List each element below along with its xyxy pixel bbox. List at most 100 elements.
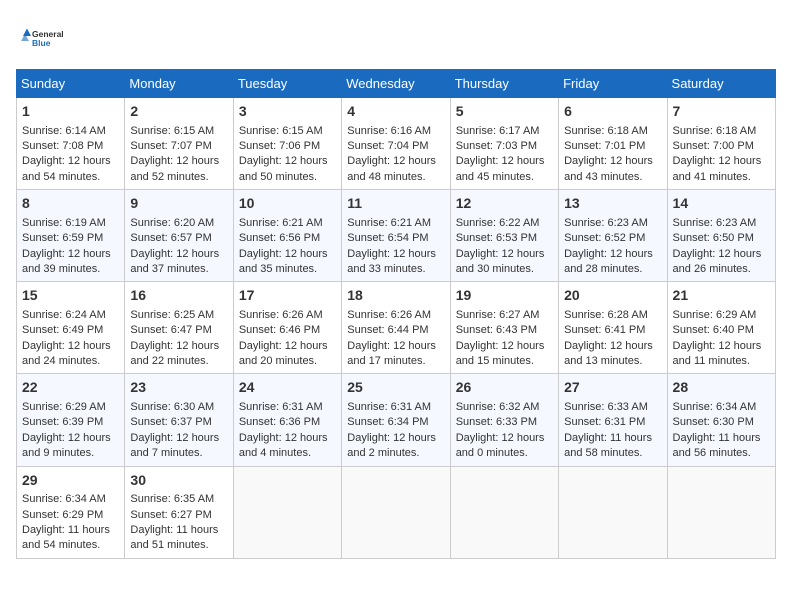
week-row-3: 15Sunrise: 6:24 AMSunset: 6:49 PMDayligh…: [17, 282, 776, 374]
day-number: 2: [130, 102, 227, 122]
day-number: 10: [239, 194, 336, 214]
day-number: 8: [22, 194, 119, 214]
day-info: Sunrise: 6:17 AM: [456, 124, 553, 139]
calendar-cell: 26 Sunrise: 6:32 AMSunset: 6:33 PMDayligh…: [450, 374, 558, 466]
day-info: and 22 minutes.: [130, 354, 227, 369]
calendar-cell: 2Sunrise: 6:15 AMSunset: 7:07 PMDaylight…: [125, 98, 233, 190]
day-info: Sunrise: 6:26 AM: [347, 308, 444, 323]
calendar-cell: 14Sunrise: 6:23 AMSunset: 6:50 PMDayligh…: [667, 190, 775, 282]
day-number: 30: [130, 471, 227, 491]
week-row-4: 22Sunrise: 6:29 AMSunset: 6:39 PMDayligh…: [17, 374, 776, 466]
day-info: Daylight: 12 hours: [456, 154, 553, 169]
day-info: Sunset: 7:08 PM: [22, 139, 119, 154]
day-info: Sunrise: 6:21 AM: [347, 216, 444, 231]
day-number: 16: [130, 286, 227, 306]
day-info: Sunrise: 6:27 AM: [456, 308, 553, 323]
day-info: Sunset: 6:34 PM: [347, 415, 444, 430]
day-number: 14: [673, 194, 770, 214]
day-info: Sunset: 6:49 PM: [22, 323, 119, 338]
day-info: Sunset: 6:40 PM: [673, 323, 770, 338]
day-info: Sunset: 7:01 PM: [564, 139, 661, 154]
day-number: 23: [130, 378, 227, 398]
day-info: and 33 minutes.: [347, 262, 444, 277]
calendar-cell: 18Sunrise: 6:26 AMSunset: 6:44 PMDayligh…: [342, 282, 450, 374]
day-info: and 2 minutes.: [347, 446, 444, 461]
day-info: Daylight: 11 hours: [673, 431, 770, 446]
day-info: Sunset: 6:46 PM: [239, 323, 336, 338]
day-info: Sunset: 6:27 PM: [130, 508, 227, 523]
day-header-row: SundayMondayTuesdayWednesdayThursdayFrid…: [17, 70, 776, 98]
calendar-cell: 15Sunrise: 6:24 AMSunset: 6:49 PMDayligh…: [17, 282, 125, 374]
day-info: and 11 minutes.: [673, 354, 770, 369]
calendar-cell: 29Sunrise: 6:34 AMSunset: 6:29 PMDayligh…: [17, 466, 125, 558]
day-info: Daylight: 12 hours: [673, 339, 770, 354]
day-info: Sunrise: 6:28 AM: [564, 308, 661, 323]
day-info: Daylight: 12 hours: [239, 339, 336, 354]
day-info: Sunrise: 6:23 AM: [673, 216, 770, 231]
day-info: and 0 minutes.: [456, 446, 553, 461]
day-info: Sunrise: 6:32 AM: [456, 400, 553, 415]
day-number: 20: [564, 286, 661, 306]
day-info: and 50 minutes.: [239, 170, 336, 185]
calendar-cell: 6Sunrise: 6:18 AMSunset: 7:01 PMDaylight…: [559, 98, 667, 190]
day-info: Sunrise: 6:18 AM: [564, 124, 661, 139]
calendar-cell: 8Sunrise: 6:19 AMSunset: 6:59 PMDaylight…: [17, 190, 125, 282]
calendar-cell: 5Sunrise: 6:17 AMSunset: 7:03 PMDaylight…: [450, 98, 558, 190]
day-info: Sunset: 6:56 PM: [239, 231, 336, 246]
calendar-cell: [667, 466, 775, 558]
logo-svg: General Blue: [16, 16, 71, 61]
day-number: 7: [673, 102, 770, 122]
day-info: Sunrise: 6:15 AM: [130, 124, 227, 139]
day-info: and 52 minutes.: [130, 170, 227, 185]
day-info: and 43 minutes.: [564, 170, 661, 185]
day-info: Daylight: 12 hours: [564, 247, 661, 262]
calendar-cell: 17Sunrise: 6:26 AMSunset: 6:46 PMDayligh…: [233, 282, 341, 374]
day-info: Daylight: 12 hours: [130, 431, 227, 446]
day-info: and 41 minutes.: [673, 170, 770, 185]
day-number: 17: [239, 286, 336, 306]
day-info: and 20 minutes.: [239, 354, 336, 369]
day-info: Sunset: 7:07 PM: [130, 139, 227, 154]
day-info: Sunset: 6:59 PM: [22, 231, 119, 246]
day-info: Sunset: 6:43 PM: [456, 323, 553, 338]
day-info: Sunset: 6:33 PM: [456, 415, 553, 430]
day-info: Sunrise: 6:23 AM: [564, 216, 661, 231]
day-info: and 35 minutes.: [239, 262, 336, 277]
day-info: Daylight: 11 hours: [564, 431, 661, 446]
calendar-cell: [233, 466, 341, 558]
day-info: Sunrise: 6:34 AM: [673, 400, 770, 415]
day-number: 11: [347, 194, 444, 214]
day-info: Sunset: 6:54 PM: [347, 231, 444, 246]
day-info: and 28 minutes.: [564, 262, 661, 277]
calendar-table: SundayMondayTuesdayWednesdayThursdayFrid…: [16, 69, 776, 559]
calendar-cell: 23Sunrise: 6:30 AMSunset: 6:37 PMDayligh…: [125, 374, 233, 466]
calendar-cell: 25Sunrise: 6:31 AMSunset: 6:34 PMDayligh…: [342, 374, 450, 466]
svg-text:Blue: Blue: [32, 38, 51, 48]
day-info: Sunrise: 6:31 AM: [347, 400, 444, 415]
day-number: 24: [239, 378, 336, 398]
day-info: Sunset: 7:04 PM: [347, 139, 444, 154]
calendar-cell: 30Sunrise: 6:35 AMSunset: 6:27 PMDayligh…: [125, 466, 233, 558]
day-info: Sunrise: 6:29 AM: [673, 308, 770, 323]
day-info: Sunrise: 6:34 AM: [22, 492, 119, 507]
day-number: 5: [456, 102, 553, 122]
day-info: Daylight: 12 hours: [673, 154, 770, 169]
day-info: and 24 minutes.: [22, 354, 119, 369]
day-info: Daylight: 12 hours: [22, 339, 119, 354]
day-info: Sunset: 7:00 PM: [673, 139, 770, 154]
day-info: Daylight: 12 hours: [456, 431, 553, 446]
calendar-cell: 20Sunrise: 6:28 AMSunset: 6:41 PMDayligh…: [559, 282, 667, 374]
calendar-cell: 22Sunrise: 6:29 AMSunset: 6:39 PMDayligh…: [17, 374, 125, 466]
day-info: Sunrise: 6:19 AM: [22, 216, 119, 231]
day-info: Sunset: 6:39 PM: [22, 415, 119, 430]
day-number: 26: [456, 378, 553, 398]
day-info: Sunset: 6:47 PM: [130, 323, 227, 338]
day-info: and 54 minutes.: [22, 170, 119, 185]
calendar-cell: [342, 466, 450, 558]
day-info: Sunrise: 6:15 AM: [239, 124, 336, 139]
calendar-cell: 12Sunrise: 6:22 AMSunset: 6:53 PMDayligh…: [450, 190, 558, 282]
day-header-monday: Monday: [125, 70, 233, 98]
day-info: Daylight: 12 hours: [564, 339, 661, 354]
day-info: and 26 minutes.: [673, 262, 770, 277]
day-info: Sunset: 6:37 PM: [130, 415, 227, 430]
